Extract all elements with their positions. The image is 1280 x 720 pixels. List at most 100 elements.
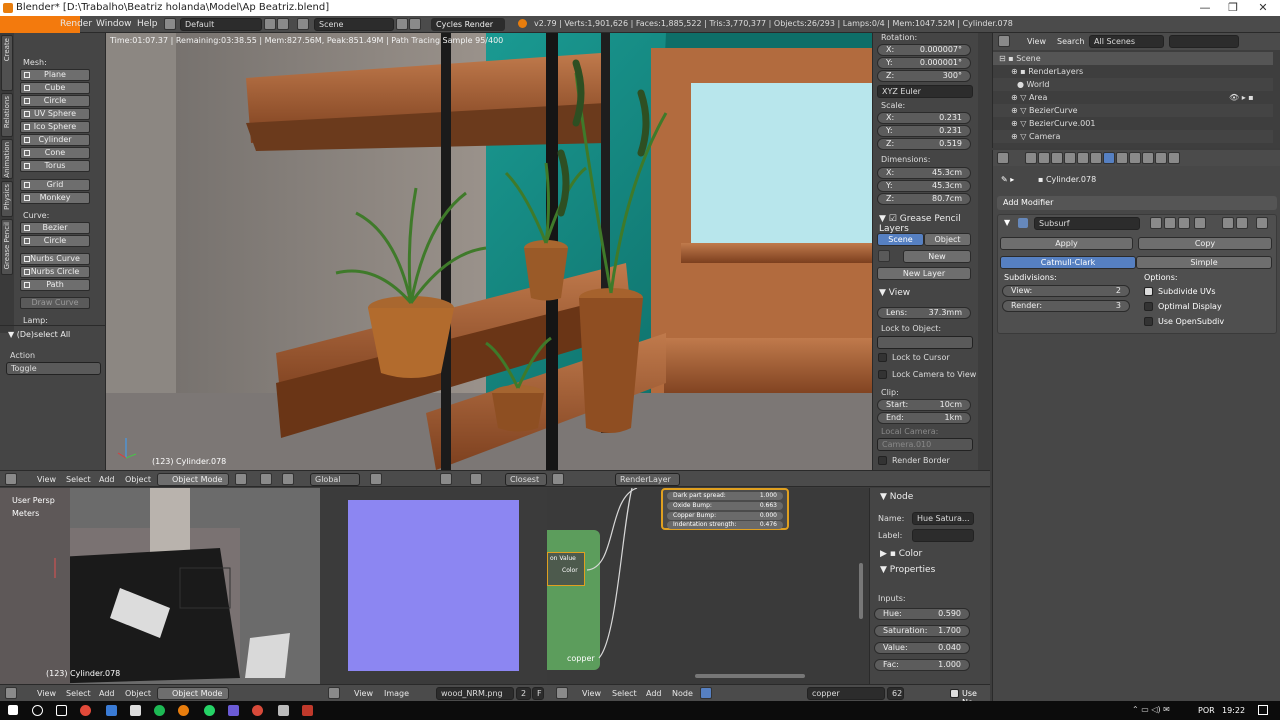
- render-tab-icon[interactable]: [1025, 152, 1037, 164]
- add-path-button[interactable]: Path: [20, 279, 90, 291]
- scene-selector[interactable]: Scene: [314, 18, 394, 31]
- realtime-icon[interactable]: [1164, 217, 1176, 229]
- spotify-icon[interactable]: [154, 705, 165, 716]
- editor-type-icon[interactable]: [997, 152, 1009, 164]
- render-icon[interactable]: [552, 473, 564, 485]
- footer-select-menu[interactable]: Select: [66, 689, 91, 698]
- image-view-menu[interactable]: View: [354, 689, 373, 698]
- rotation-x-field[interactable]: X: 0.000007°: [877, 44, 971, 56]
- search-icon[interactable]: [32, 705, 43, 716]
- outliner-filter-select[interactable]: All Scenes: [1089, 35, 1164, 48]
- footer-add-menu[interactable]: Add: [99, 689, 115, 698]
- node-add-menu[interactable]: Add: [646, 689, 662, 698]
- remove-scene-icon[interactable]: [409, 18, 421, 30]
- render-engine-select[interactable]: Cycles Render: [431, 18, 505, 31]
- notifications-icon[interactable]: [1258, 705, 1268, 715]
- view-panel-header[interactable]: ▼ View: [879, 288, 910, 298]
- rotation-z-field[interactable]: Z: 300°: [877, 70, 971, 82]
- orientation-select[interactable]: Global: [310, 473, 360, 486]
- dimension-x-field[interactable]: X: 45.3cm: [877, 167, 971, 179]
- image-editor[interactable]: [320, 488, 547, 684]
- action-select[interactable]: Toggle: [6, 362, 101, 375]
- tab-grease-pencil[interactable]: Grease Pencil: [1, 219, 13, 275]
- chrome-icon[interactable]: [80, 705, 91, 716]
- add-monkey-button[interactable]: Monkey: [20, 192, 90, 204]
- dimension-y-field[interactable]: Y: 45.3cm: [877, 180, 971, 192]
- node-view-menu[interactable]: View: [582, 689, 601, 698]
- image-editor-type-icon[interactable]: [328, 687, 340, 699]
- add-cone-button[interactable]: Cone: [20, 147, 90, 159]
- lock-cursor-checkbox[interactable]: [878, 353, 887, 362]
- saturation-field[interactable]: Saturation: 1.700: [874, 625, 970, 637]
- modifiers-tab-icon[interactable]: [1103, 152, 1115, 164]
- modifier-name-field[interactable]: Subsurf: [1034, 217, 1140, 230]
- outliner-row-camera[interactable]: ⊕ ▽ Camera: [993, 130, 1273, 143]
- windows-start-icon[interactable]: [8, 705, 18, 715]
- view-menu[interactable]: View: [37, 475, 56, 484]
- outliner-row-beziercurve[interactable]: ⊕ ▽ BezierCurve: [993, 104, 1273, 117]
- scene-tab-icon[interactable]: [1051, 152, 1063, 164]
- optimal-display-checkbox[interactable]: [1144, 302, 1153, 311]
- add-cylinder-button[interactable]: Cylinder: [20, 134, 90, 146]
- render-icon[interactable]: [1178, 217, 1190, 229]
- draw-curve-button[interactable]: Draw Curve: [20, 297, 90, 309]
- gp-new-button[interactable]: New: [903, 250, 971, 263]
- scale-y-field[interactable]: Y: 0.231: [877, 125, 971, 137]
- material-name-field[interactable]: copper: [807, 687, 885, 700]
- object-tab-icon[interactable]: [1077, 152, 1089, 164]
- scale-z-field[interactable]: Z: 0.519: [877, 138, 971, 150]
- deselect-all-header[interactable]: ▼ (De)select All: [8, 330, 70, 339]
- image-fake-user[interactable]: F: [532, 687, 544, 700]
- node-hscrollbar[interactable]: [695, 674, 805, 678]
- layer-icon[interactable]: [370, 473, 382, 485]
- apply-button[interactable]: Apply: [1000, 237, 1133, 250]
- clock[interactable]: 19:22: [1222, 706, 1245, 715]
- menu-window[interactable]: Window: [96, 19, 132, 29]
- cage-icon[interactable]: [1194, 217, 1206, 229]
- editor-type-icon[interactable]: [5, 473, 17, 485]
- shader-type-icon[interactable]: [700, 687, 712, 699]
- node-editor[interactable]: Dark part spread: 1.000 Oxide Bump: 0.663 …: [547, 488, 869, 684]
- outliner-search-input[interactable]: [1169, 35, 1239, 48]
- add-nurbs-circle-button[interactable]: Nurbs Circle: [20, 266, 90, 278]
- tab-create[interactable]: Create: [1, 35, 13, 91]
- pivot-icon[interactable]: [260, 473, 272, 485]
- physics-tab-icon[interactable]: [1168, 152, 1180, 164]
- image-menu[interactable]: Image: [384, 689, 409, 698]
- scene-icon[interactable]: [297, 18, 309, 30]
- shading-icon[interactable]: [235, 473, 247, 485]
- minimize-button[interactable]: —: [1190, 0, 1220, 16]
- language-indicator[interactable]: POR: [1198, 706, 1215, 715]
- add-curve-circle-button[interactable]: Circle: [20, 235, 90, 247]
- menu-render[interactable]: Render: [60, 19, 92, 29]
- node-scrollbar[interactable]: [859, 563, 863, 619]
- footer-mode-select[interactable]: Object Mode: [157, 687, 229, 700]
- footer-view-menu[interactable]: View: [37, 689, 56, 698]
- hue-field[interactable]: Hue: 0.590: [874, 608, 970, 620]
- particles-tab-icon[interactable]: [1155, 152, 1167, 164]
- value-field[interactable]: Value: 0.040: [874, 642, 970, 654]
- opera-icon[interactable]: [252, 705, 263, 716]
- render-levels-field[interactable]: Render: 3: [1002, 300, 1130, 312]
- add-layout-icon[interactable]: [264, 18, 276, 30]
- outliner-row-renderlayers[interactable]: ⊕ ▪ RenderLayers: [993, 65, 1273, 78]
- move-up-icon[interactable]: [1222, 217, 1234, 229]
- gp-scene-button[interactable]: Scene: [877, 233, 924, 246]
- lens-field[interactable]: Lens: 37.3mm: [877, 307, 971, 319]
- add-nurbs-curve-button[interactable]: Nurbs Curve: [20, 253, 90, 265]
- clip-start-field[interactable]: Start: 10cm: [877, 399, 971, 411]
- maximize-button[interactable]: ❐: [1218, 0, 1248, 16]
- select-menu[interactable]: Select: [66, 475, 91, 484]
- dimension-z-field[interactable]: Z: 80.7cm: [877, 193, 971, 205]
- blender-taskbar-icon[interactable]: [178, 705, 189, 716]
- outliner-row-beziercurve-001[interactable]: ⊕ ▽ BezierCurve.001: [993, 117, 1273, 130]
- world-tab-icon[interactable]: [1064, 152, 1076, 164]
- tab-animation[interactable]: Animation: [1, 139, 13, 179]
- add-grid-button[interactable]: Grid: [20, 179, 90, 191]
- visibility-eye-icons[interactable]: 👁 ▸ ▪: [1229, 93, 1254, 102]
- clip-end-field[interactable]: End: 1km: [877, 412, 971, 424]
- render-viewport[interactable]: Time:01:07.37 | Remaining:03:38.55 | Mem…: [106, 33, 872, 470]
- tab-physics[interactable]: Physics: [1, 181, 13, 217]
- app-icon[interactable]: [228, 705, 239, 716]
- add-torus-button[interactable]: Torus: [20, 160, 90, 172]
